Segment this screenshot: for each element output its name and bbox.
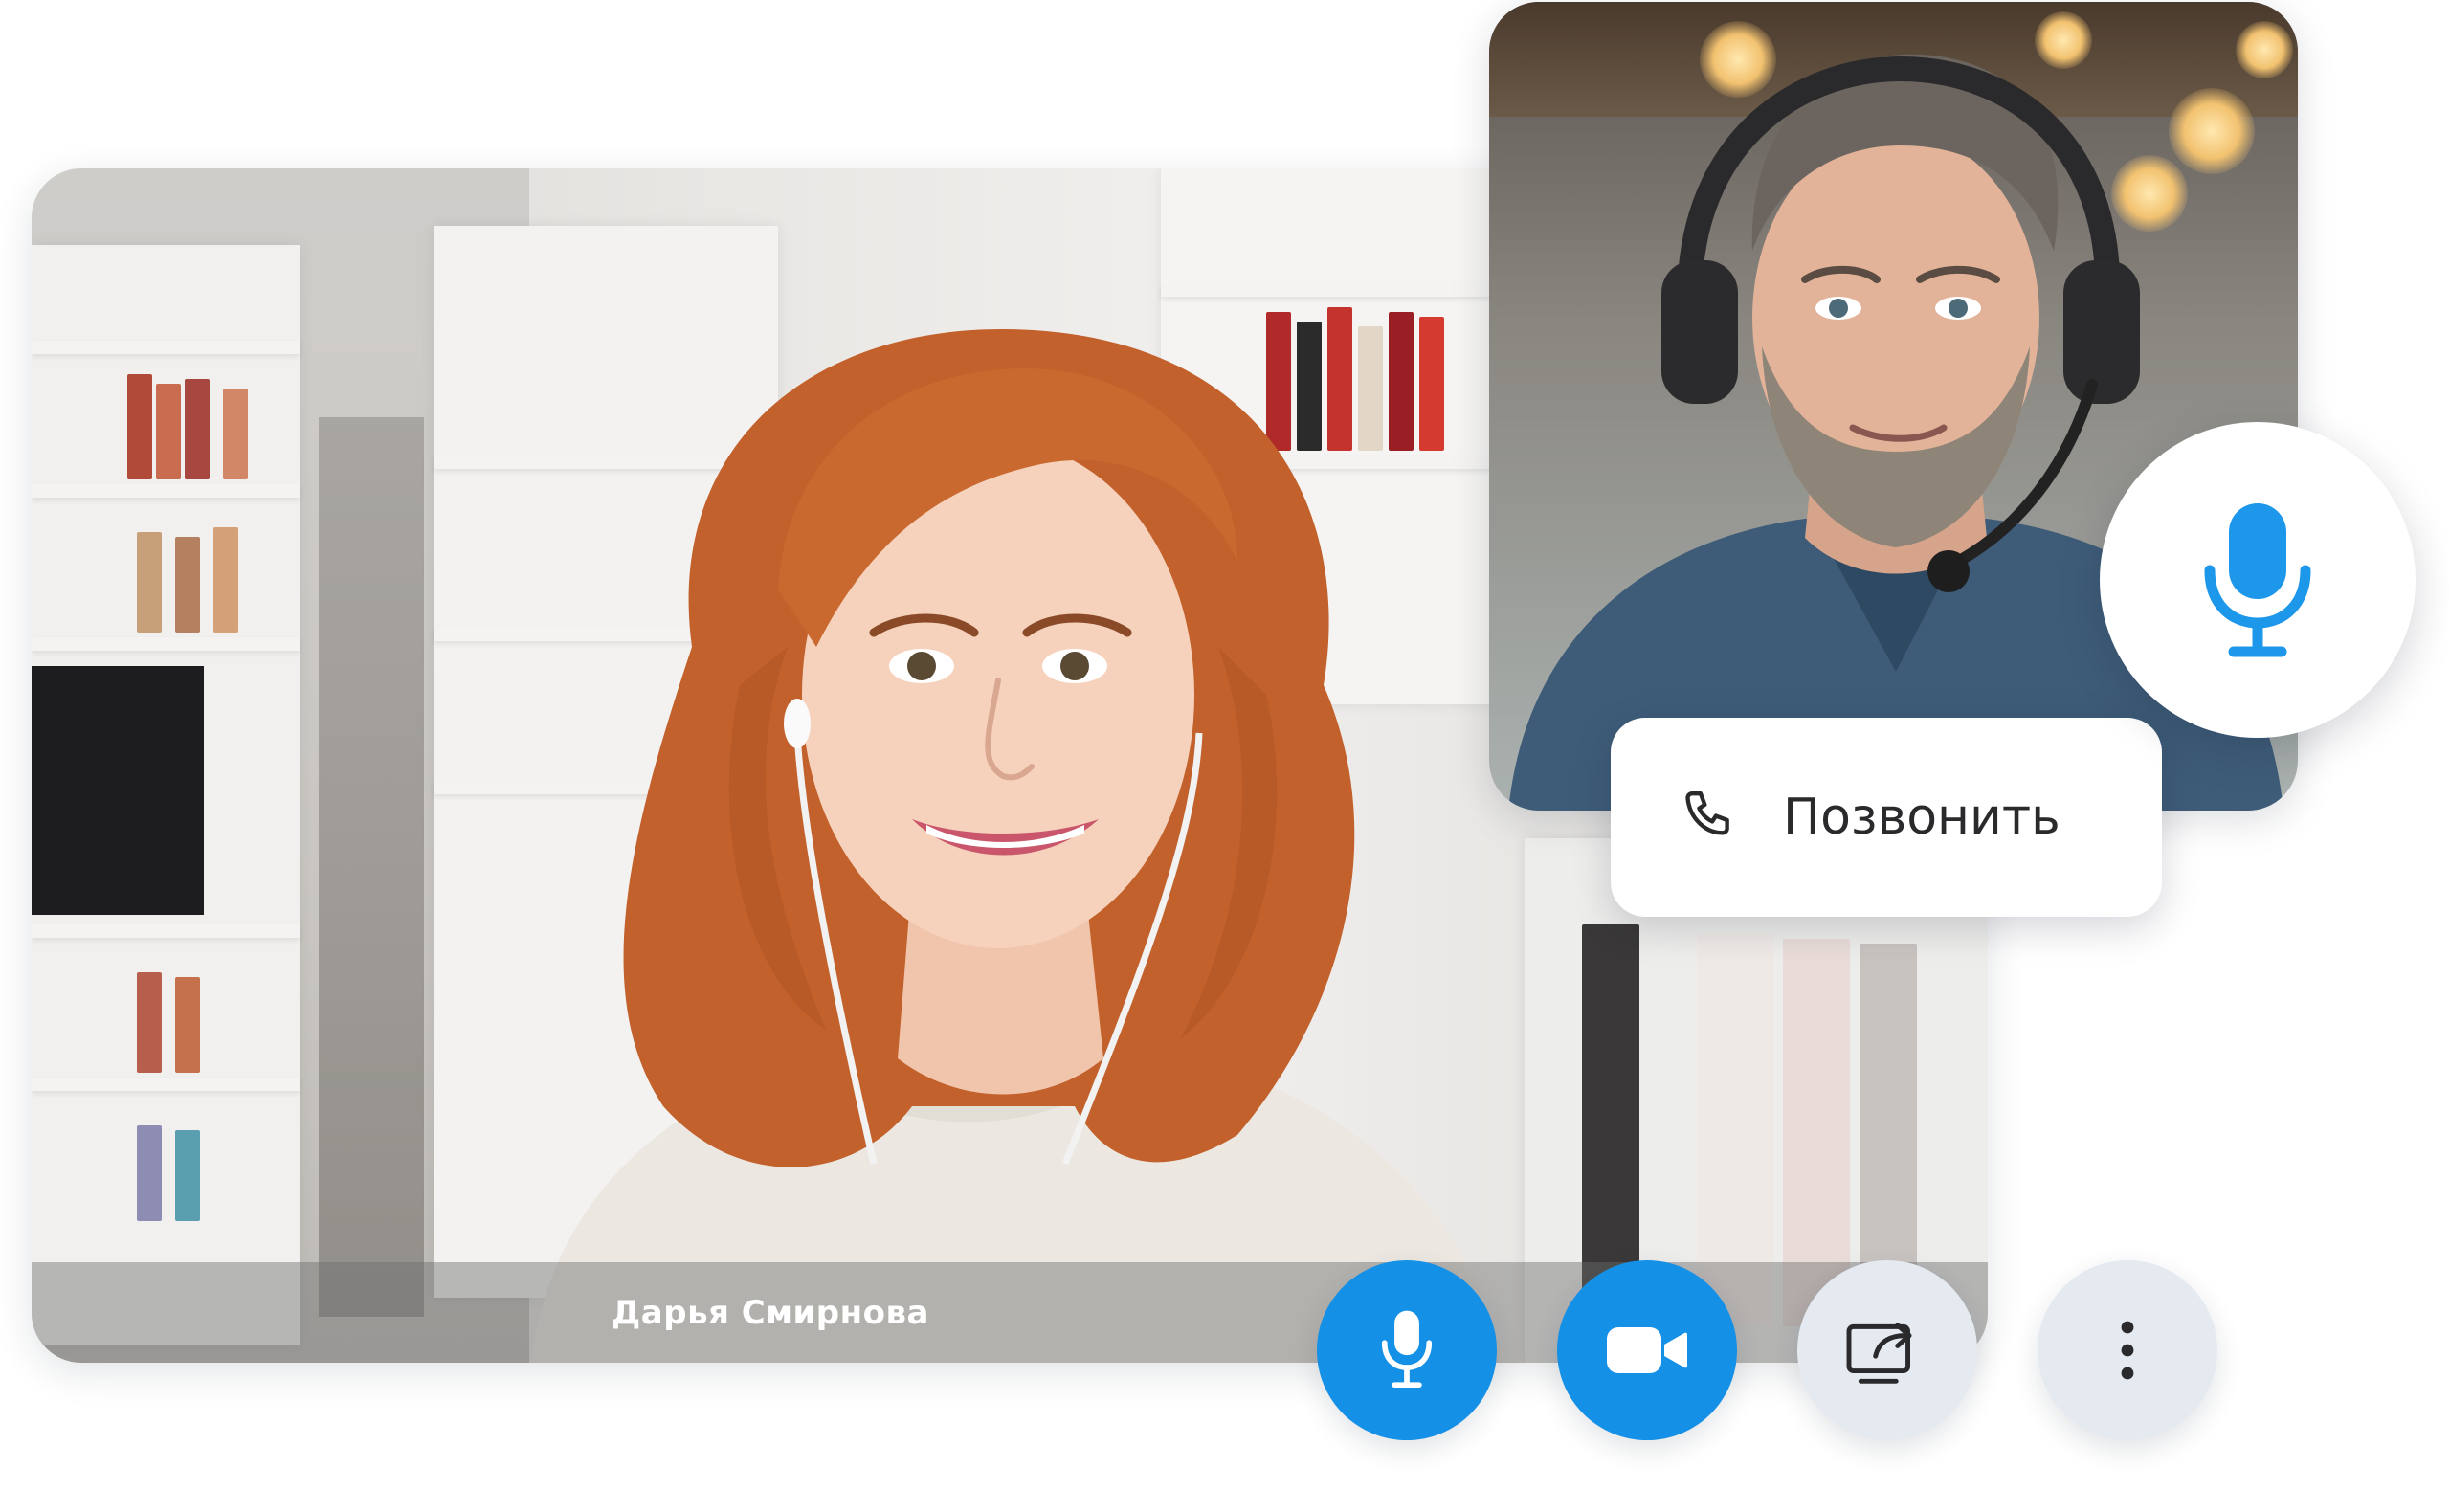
mic-toggle-button[interactable] <box>1317 1260 1497 1440</box>
call-button-label: Позвонить <box>1783 789 2060 846</box>
shelf <box>32 341 300 354</box>
shelf <box>32 1078 300 1091</box>
shelf <box>32 637 300 651</box>
book <box>137 972 162 1073</box>
shelf <box>32 924 300 938</box>
call-button[interactable]: Позвонить <box>1611 718 2162 917</box>
book <box>175 977 200 1073</box>
phone-icon <box>1685 791 1729 835</box>
tv-screen <box>32 666 204 915</box>
book <box>175 1130 200 1221</box>
camera-toggle-button[interactable] <box>1557 1260 1737 1440</box>
book <box>175 537 200 633</box>
shelf <box>32 484 300 498</box>
more-options-button[interactable] <box>2038 1260 2217 1440</box>
video-camera-icon <box>1607 1327 1687 1373</box>
mic-indicator[interactable] <box>2100 422 2416 738</box>
book <box>185 379 210 479</box>
book <box>137 1125 162 1221</box>
book <box>213 527 238 633</box>
participant-name: Дарья Смирнова <box>612 1293 929 1332</box>
microphone-icon <box>1381 1310 1433 1389</box>
participant-video-feed <box>530 328 1503 1363</box>
video-call-scene: Дарья Смирнова Позвонить <box>0 0 2450 1512</box>
screen-share-button[interactable] <box>1797 1260 1977 1440</box>
book <box>127 374 152 479</box>
microphone-icon <box>2204 503 2311 657</box>
book <box>137 532 162 633</box>
book <box>223 389 248 479</box>
more-vertical-icon <box>2121 1321 2134 1380</box>
book <box>156 384 181 479</box>
screen-share-icon <box>1846 1323 1912 1384</box>
